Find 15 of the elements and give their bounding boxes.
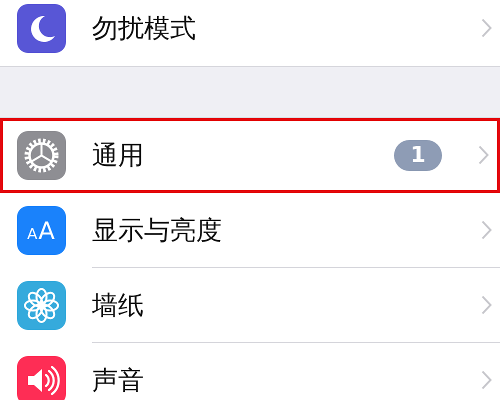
setting-label[interactable]: 显示与亮度 <box>92 212 481 248</box>
moon-icon <box>17 4 66 53</box>
chevron-icon <box>481 295 492 315</box>
notification-badge: 1 <box>394 140 442 170</box>
flower-icon <box>17 281 66 330</box>
chevron-icon <box>481 370 492 390</box>
setting-label[interactable]: 声音 <box>92 362 481 398</box>
setting-label[interactable]: 勿扰模式 <box>92 10 481 46</box>
gear-icon <box>17 131 66 180</box>
setting-label[interactable]: 通用 <box>92 138 394 172</box>
setting-label[interactable]: 墙纸 <box>92 288 481 322</box>
chevron-icon <box>481 220 492 240</box>
text-size-icon: AA <box>17 206 66 255</box>
chevron-icon <box>478 145 489 165</box>
chevron-icon <box>481 18 492 38</box>
